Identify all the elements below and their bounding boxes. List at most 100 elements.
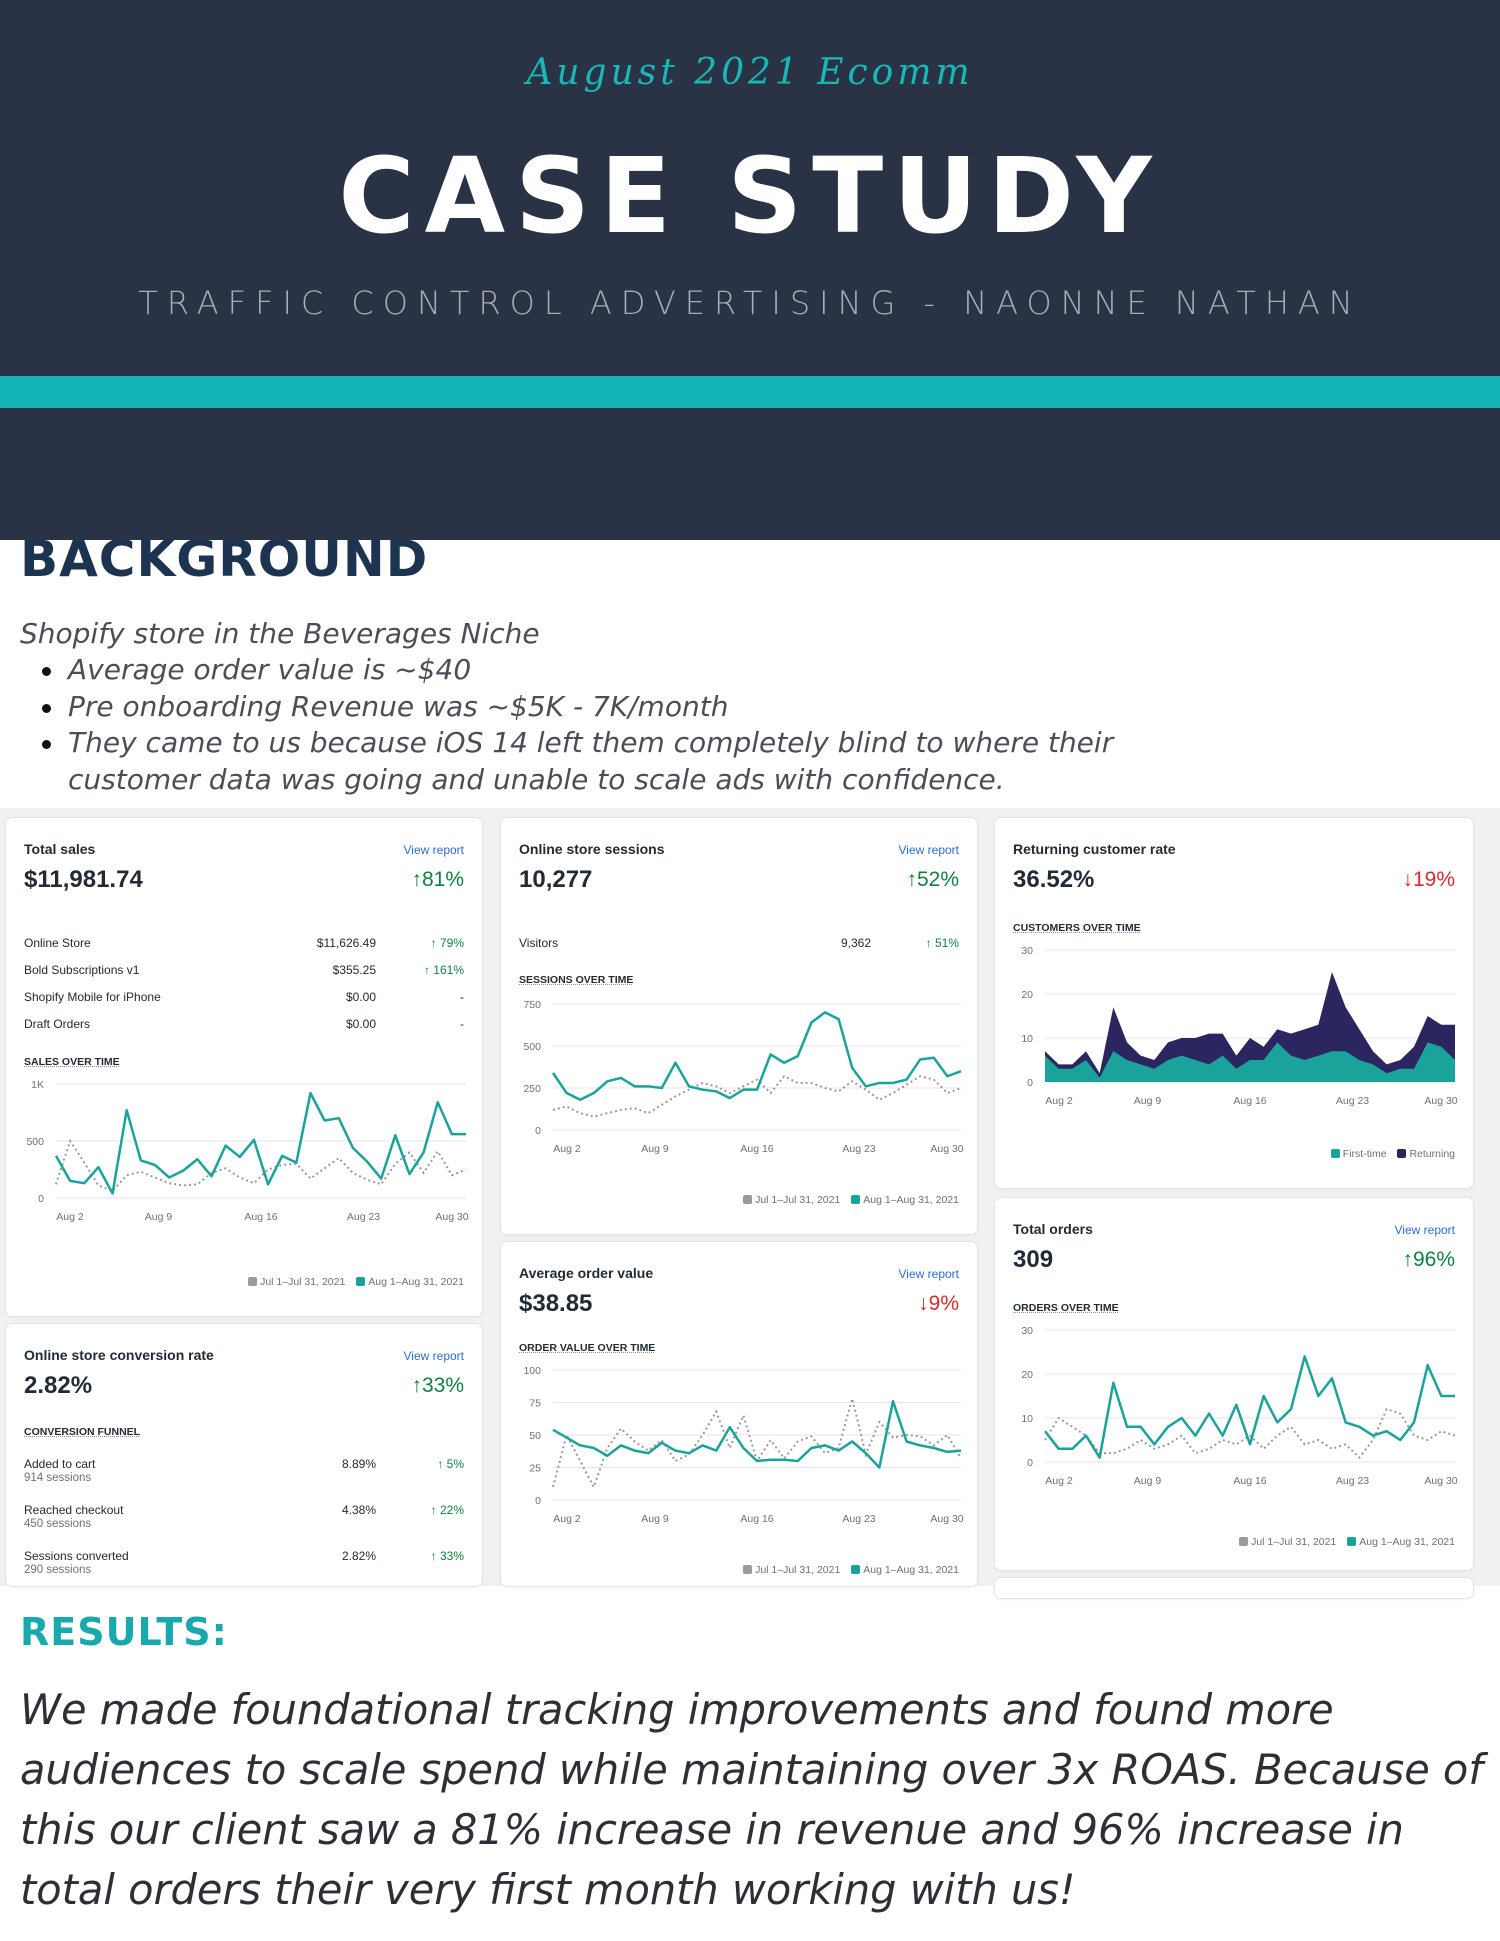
x-tick-label: Aug 23 [1336,1475,1369,1487]
x-tick-label: Aug 30 [930,1513,963,1525]
y-tick-label: 0 [1027,1457,1033,1469]
row-label: Visitors [519,936,559,950]
funnel-row: Sessions converted 290 sessions 2.82% ↑ … [24,1549,464,1581]
card-title: Total sales [24,841,96,857]
legend-swatch-curr [356,1277,366,1286]
sessions-card: Online store sessions View report 10,277… [501,818,977,1234]
orders-chart: 0 10 20 30 Aug 2 Aug 9 Aug 16 Aug 23 Aug 30 [1021,1325,1457,1487]
row-label: Sessions converted [24,1549,129,1563]
legend-prev: Jul 1–Jul 31, 2021 [755,1564,841,1576]
legend-curr: Aug 1–Aug 31, 2021 [863,1194,959,1206]
breakdown-row: Draft Orders $0.00 - [24,1017,464,1037]
y-tick-label: 250 [523,1083,541,1095]
legend-prev: Jul 1–Jul 31, 2021 [1251,1536,1337,1548]
row-amount: 2.82% [341,1549,376,1563]
legend-returning: Returning [1409,1148,1455,1160]
view-report-link[interactable]: View report [899,843,959,857]
row-amount: 9,362 [840,936,871,950]
row-change: - [460,1017,464,1031]
row-amount: 4.38% [341,1503,376,1517]
x-tick-label: Aug 16 [244,1211,277,1223]
section-label: CUSTOMERS OVER TIME [1013,922,1141,934]
customers-chart: 0 10 20 30 Aug 2 Aug 9 Aug 16 Aug 23 Aug 30 [1021,945,1457,1107]
x-tick-label: Aug 30 [435,1211,468,1223]
background-bullets: Average order value is ~$40 Pre onboardi… [20,652,1220,798]
row-amount: $11,626.49 [316,936,376,950]
view-report-link[interactable]: View report [404,843,464,857]
sessions-chart: 0 250 500 750 Aug 2 Aug 9 Aug 16 Aug 23 Aug 30 [523,999,963,1155]
returning-customer-card: Returning customer rate 36.52% ↓19% CUST… [995,818,1473,1188]
y-tick-label: 1K [31,1079,44,1091]
hero-title: CASE STUDY [338,135,1162,257]
change-badge: ↑52% [906,868,959,891]
conversion-rate-card: Online store conversion rate View report… [6,1324,482,1586]
x-tick-label: Aug 23 [842,1143,875,1155]
y-tick-label: 750 [523,999,541,1011]
y-tick-label: 20 [1021,1369,1033,1381]
card-title: Online store conversion rate [24,1347,214,1363]
conversion-value: 2.82% [24,1372,93,1399]
section-label: CONVERSION FUNNEL [24,1426,141,1438]
y-tick-label: 30 [1021,945,1033,957]
row-amount: $0.00 [345,990,376,1004]
section-label: SALES OVER TIME [24,1056,120,1068]
x-tick-label: Aug 9 [641,1143,669,1155]
row-label: Reached checkout [24,1503,124,1517]
x-tick-label: Aug 16 [1233,1475,1266,1487]
x-tick-label: Aug 9 [641,1513,669,1525]
row-label: Draft Orders [24,1017,91,1031]
view-report-link[interactable]: View report [1395,1223,1455,1237]
row-label: Online Store [24,936,91,950]
x-tick-label: Aug 23 [347,1211,380,1223]
y-tick-label: 0 [38,1193,44,1205]
x-tick-label: Aug 2 [553,1143,581,1155]
legend-curr: Aug 1–Aug 31, 2021 [1359,1536,1455,1548]
card-title: Average order value [519,1265,654,1281]
line-series-current [551,1011,962,1102]
x-tick-label: Aug 2 [1045,1475,1073,1487]
change-badge: ↓9% [918,1292,959,1315]
y-tick-label: 20 [1021,989,1033,1001]
row-change: - [460,990,464,1004]
y-tick-label: 25 [529,1463,541,1475]
breakdown-row: Visitors 9,362 ↑ 51% [519,936,959,956]
chart-legend: First-time Returning [1323,1148,1455,1160]
y-tick-label: 10 [1021,1413,1033,1425]
legend-swatch-returning [1397,1149,1407,1158]
view-report-link[interactable]: View report [404,1349,464,1363]
chart-legend: Jul 1–Jul 31, 2021 Aug 1–Aug 31, 2021 [735,1194,959,1206]
y-tick-label: 75 [529,1398,541,1410]
legend-swatch-prev [743,1565,753,1574]
y-tick-label: 100 [523,1365,541,1377]
bullet-aov: Average order value is ~$40 [20,652,1220,689]
x-tick-label: Aug 30 [1424,1475,1457,1487]
partial-card [995,1578,1473,1598]
card-title: Total orders [1013,1221,1093,1237]
accent-band [0,376,1500,408]
funnel-row: Added to cart 914 sessions 8.89% ↑ 5% [24,1457,464,1489]
card-title: Returning customer rate [1013,841,1176,857]
legend-swatch-curr [851,1565,861,1574]
section-label: SESSIONS OVER TIME [519,974,634,986]
legend-curr: Aug 1–Aug 31, 2021 [368,1276,464,1288]
y-tick-label: 30 [1021,1325,1033,1337]
legend-swatch-prev [1239,1537,1249,1546]
legend-swatch-prev [248,1277,258,1286]
view-report-link[interactable]: View report [899,1267,959,1281]
total-orders-card: Total orders View report 309 ↑96% ORDERS… [995,1198,1473,1570]
y-tick-label: 10 [1021,1033,1033,1045]
breakdown-row: Bold Subscriptions v1 $355.25 ↑ 161% [24,963,464,983]
background-heading: BACKGROUND [20,530,429,588]
x-tick-label: Aug 23 [842,1513,875,1525]
x-tick-label: Aug 9 [145,1211,173,1223]
legend-swatch-curr [851,1195,861,1204]
x-tick-label: Aug 2 [553,1513,581,1525]
x-tick-label: Aug 16 [740,1143,773,1155]
x-tick-label: Aug 16 [740,1513,773,1525]
chart-legend: Jul 1–Jul 31, 2021 Aug 1–Aug 31, 2021 [735,1564,959,1576]
row-sub: 290 sessions [24,1564,92,1576]
sessions-value: 10,277 [519,866,593,893]
y-tick-label: 500 [523,1041,541,1053]
x-tick-label: Aug 23 [1336,1095,1369,1107]
line-series-previous [552,1394,962,1490]
